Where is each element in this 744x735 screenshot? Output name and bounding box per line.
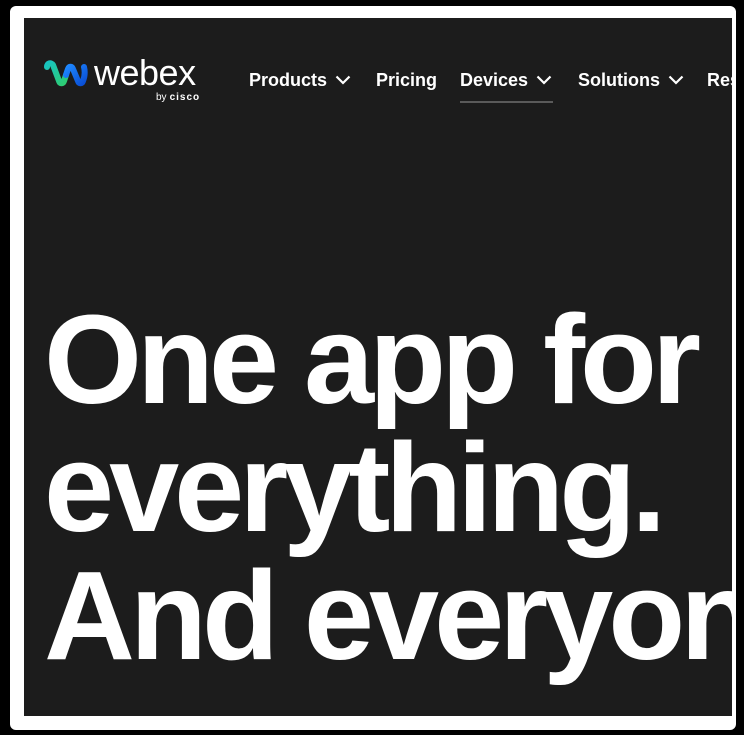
chevron-down-icon: [536, 75, 552, 85]
logo-cisco-text: cisco: [169, 92, 201, 103]
nav-item-label: Solutions: [578, 69, 660, 90]
webex-logo-icon: [44, 60, 88, 87]
nav-item-solutions[interactable]: Solutions: [578, 65, 684, 95]
nav-item-devices[interactable]: Devices: [460, 65, 554, 103]
nav-item-label: Products: [249, 69, 328, 90]
logo-by-cisco: by cisco: [156, 92, 200, 103]
webex-logo[interactable]: webex by cisco: [44, 52, 216, 109]
hero-line-2: everything.: [44, 417, 666, 558]
hero-line-1: One app for: [44, 289, 701, 430]
logo-wordmark: webex: [94, 52, 196, 93]
hero-headline: One app for everything. And everyon: [44, 296, 732, 680]
nav-item-products[interactable]: Products: [249, 65, 351, 95]
chevron-down-icon: [668, 75, 684, 85]
page-viewport: webex by cisco Products Pricing Devices S…: [24, 18, 732, 716]
nav-item-resources[interactable]: Res: [707, 65, 732, 95]
nav-item-label: Pricing: [376, 69, 438, 90]
nav-item-label: Devices: [460, 69, 529, 90]
nav-item-pricing[interactable]: Pricing: [376, 65, 437, 95]
hero-line-3: And everyon: [44, 545, 732, 686]
nav-item-label: Res: [707, 69, 732, 90]
chevron-down-icon: [335, 75, 351, 85]
logo-by-text: by: [156, 92, 167, 103]
